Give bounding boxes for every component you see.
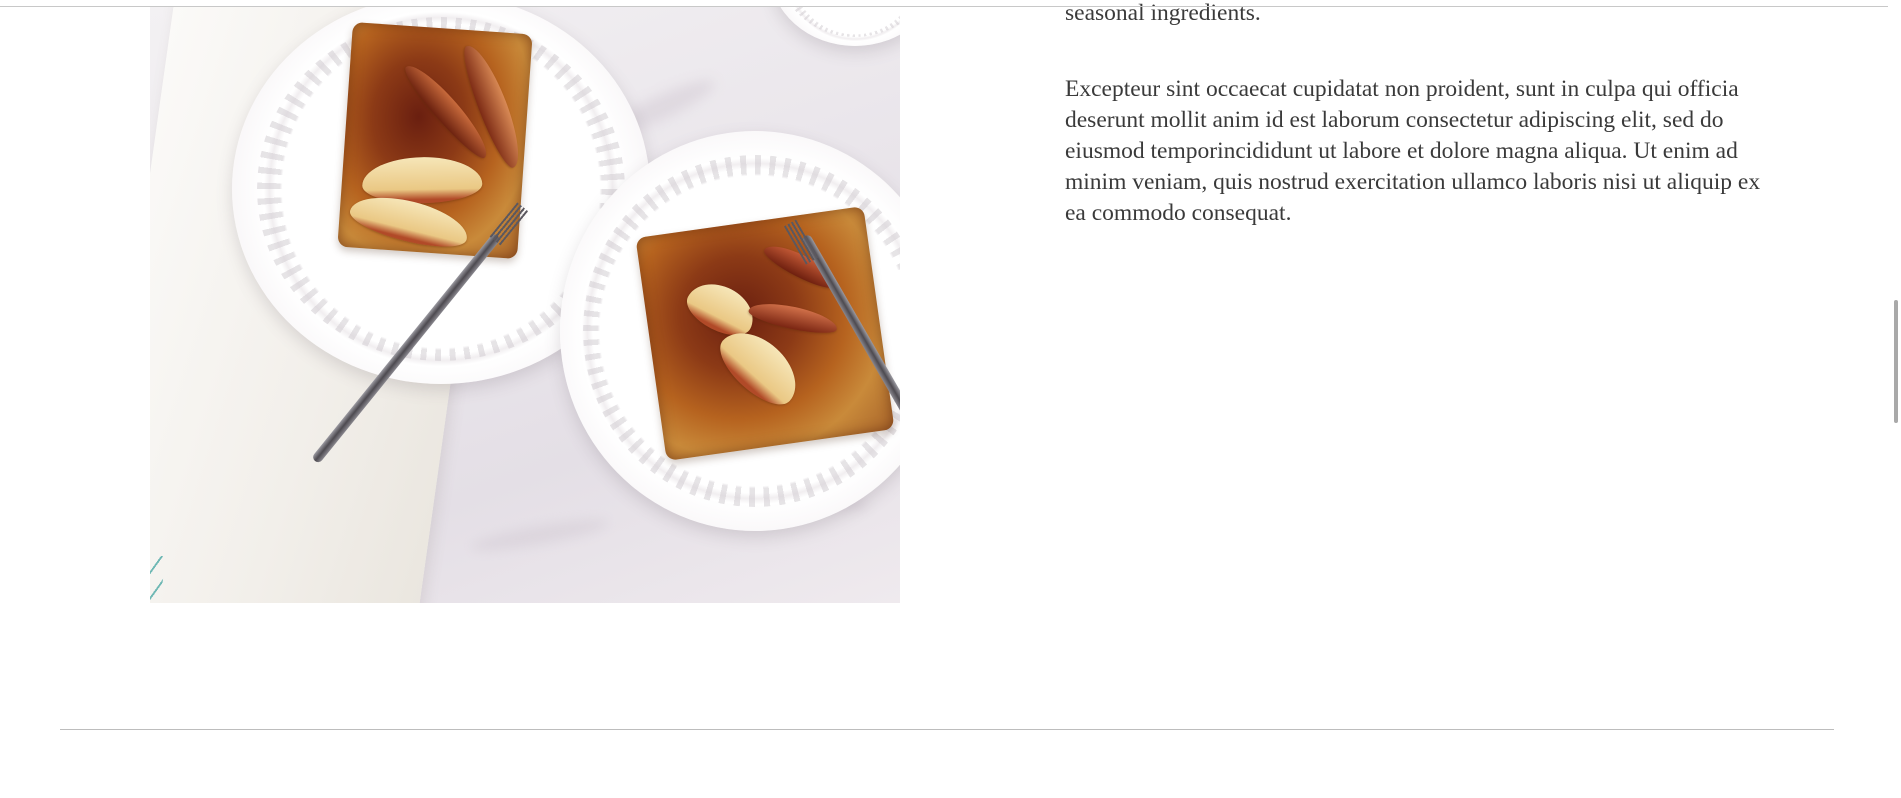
footer-divider [60, 729, 1834, 730]
plate-top-right [770, 6, 900, 46]
paragraph-ingredients-end: seasonal ingredients. [1065, 0, 1261, 26]
top-border [0, 6, 1888, 7]
scrollbar-thumb[interactable] [1894, 300, 1898, 423]
towel-stripe [150, 556, 167, 603]
dessert-photo [150, 6, 900, 603]
paragraph-excepteur: Excepteur sint occaecat cupidatat non pr… [1065, 76, 1761, 226]
